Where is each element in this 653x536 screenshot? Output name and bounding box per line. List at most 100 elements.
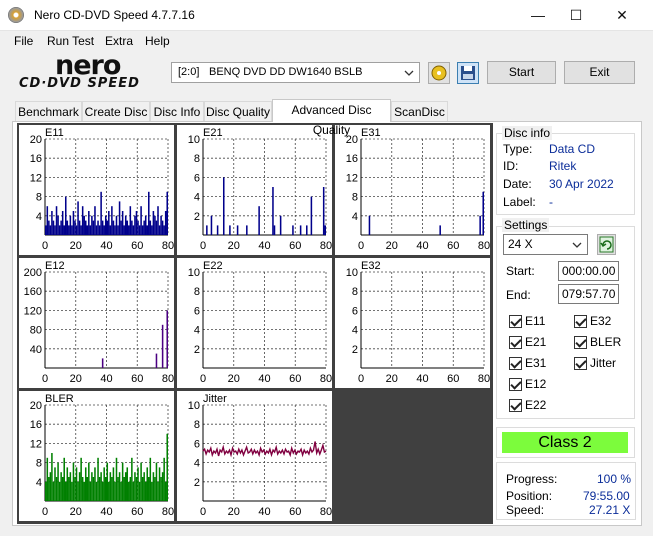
start-time-label: Start: bbox=[506, 264, 535, 278]
bar bbox=[106, 462, 109, 501]
x-tick-label: 40 bbox=[100, 373, 112, 385]
y-tick-label: 12 bbox=[30, 172, 42, 184]
bar bbox=[128, 481, 130, 501]
bar bbox=[132, 481, 135, 501]
bar bbox=[322, 187, 325, 235]
bar bbox=[111, 206, 113, 235]
bar bbox=[115, 457, 118, 501]
x-tick-label: 80 bbox=[320, 240, 332, 252]
tab-disc-quality[interactable]: Disc Quality bbox=[204, 101, 272, 121]
chart-bler-svg: BLER201612840 20 40 60 80 bbox=[30, 393, 174, 518]
start-time-input[interactable]: 000:00.00 bbox=[558, 261, 619, 281]
bar bbox=[131, 220, 133, 235]
speed-label: Speed: bbox=[506, 503, 545, 517]
end-time-input[interactable]: 079:57.70 bbox=[558, 284, 619, 304]
drive-select[interactable]: [2:0] BENQ DVD DD DW1640 BSLB bbox=[171, 62, 420, 83]
x-tick-label: 40 bbox=[100, 506, 112, 518]
menu-extra[interactable]: Extra bbox=[105, 34, 133, 48]
drive-id: [2:0] bbox=[178, 66, 200, 78]
speed-value: 24 X bbox=[508, 237, 533, 251]
refresh-speed-button[interactable] bbox=[597, 234, 616, 255]
x-tick-label: 60 bbox=[289, 373, 301, 385]
bar bbox=[98, 225, 101, 235]
x-tick-label: 40 bbox=[416, 373, 428, 385]
bar bbox=[149, 220, 152, 235]
x-tick-label: 0 bbox=[42, 240, 48, 252]
chart-title: E12 bbox=[45, 260, 65, 272]
bar bbox=[124, 215, 127, 235]
tab-disc-info[interactable]: Disc Info bbox=[150, 101, 204, 121]
menu-help[interactable]: Help bbox=[145, 34, 170, 48]
bar bbox=[83, 481, 85, 501]
close-button[interactable]: ✕ bbox=[599, 0, 645, 31]
tab-advanced-disc-quality[interactable]: Advanced Disc Quality bbox=[272, 99, 391, 137]
bar bbox=[151, 225, 153, 235]
bar bbox=[141, 225, 144, 235]
disc-type-label: Type: bbox=[503, 142, 533, 156]
bar bbox=[140, 206, 142, 235]
bar bbox=[157, 206, 159, 235]
bar bbox=[108, 211, 110, 235]
chevron-down-icon bbox=[404, 70, 414, 76]
x-tick-label: 0 bbox=[200, 240, 206, 252]
menu-run-test[interactable]: Run Test bbox=[47, 34, 94, 48]
bar bbox=[109, 472, 112, 501]
y-tick-label: 8 bbox=[194, 153, 200, 165]
tab-create-disc[interactable]: Create Disc bbox=[82, 101, 150, 121]
bar bbox=[161, 220, 164, 235]
x-tick-label: 0 bbox=[358, 240, 364, 252]
bar bbox=[229, 225, 231, 235]
bar bbox=[95, 225, 98, 235]
menu-file[interactable]: File bbox=[14, 34, 33, 48]
bar bbox=[52, 220, 55, 235]
bar bbox=[126, 220, 129, 235]
bar bbox=[77, 201, 79, 235]
bar bbox=[86, 225, 89, 235]
y-tick-label: 20 bbox=[30, 134, 42, 146]
bar bbox=[109, 225, 112, 235]
bar bbox=[246, 225, 248, 235]
bar bbox=[134, 215, 136, 235]
bar bbox=[121, 462, 124, 501]
x-tick-label: 40 bbox=[258, 240, 270, 252]
y-tick-label: 4 bbox=[36, 477, 42, 489]
exit-button[interactable]: Exit bbox=[564, 61, 635, 84]
bar bbox=[155, 462, 158, 501]
bar bbox=[48, 477, 50, 501]
bar bbox=[164, 211, 167, 235]
bar bbox=[68, 225, 70, 235]
x-tick-label: 60 bbox=[447, 240, 459, 252]
bar bbox=[132, 225, 135, 235]
bar bbox=[94, 467, 96, 501]
bar bbox=[108, 481, 110, 501]
chart-e12: E12 200 160 120 80 40 0 20 40 60 80 bbox=[19, 258, 174, 388]
chart-e31-svg: E31201612840 20 40 60 80 bbox=[346, 127, 490, 252]
speed-select[interactable]: 24 X bbox=[503, 234, 588, 255]
y-tick-label: 6 bbox=[194, 172, 200, 184]
x-tick-label: 0 bbox=[200, 506, 206, 518]
bar bbox=[49, 472, 52, 501]
eject-button[interactable] bbox=[428, 62, 450, 84]
y-tick-label: 10 bbox=[188, 267, 200, 279]
bar bbox=[45, 225, 47, 235]
bar bbox=[210, 215, 213, 235]
bar bbox=[88, 462, 90, 501]
y-tick-label: 2 bbox=[352, 344, 358, 356]
y-tick-label: 8 bbox=[194, 286, 200, 298]
bar bbox=[129, 206, 132, 235]
tab-benchmark[interactable]: Benchmark bbox=[15, 101, 82, 121]
y-tick-label: 2 bbox=[194, 344, 200, 356]
bar bbox=[78, 220, 81, 235]
bar bbox=[81, 206, 84, 235]
tab-scandisc[interactable]: ScanDisc bbox=[391, 101, 448, 121]
x-tick-label: 20 bbox=[228, 506, 240, 518]
y-tick-label: 4 bbox=[194, 192, 200, 204]
bar bbox=[137, 467, 139, 501]
chart-title: E11 bbox=[45, 127, 64, 139]
start-button[interactable]: Start bbox=[487, 61, 556, 84]
y-tick-label: 12 bbox=[346, 172, 358, 184]
bar bbox=[135, 477, 138, 501]
maximize-button[interactable]: ☐ bbox=[553, 0, 599, 31]
save-button[interactable] bbox=[457, 62, 479, 84]
bar bbox=[114, 481, 116, 501]
